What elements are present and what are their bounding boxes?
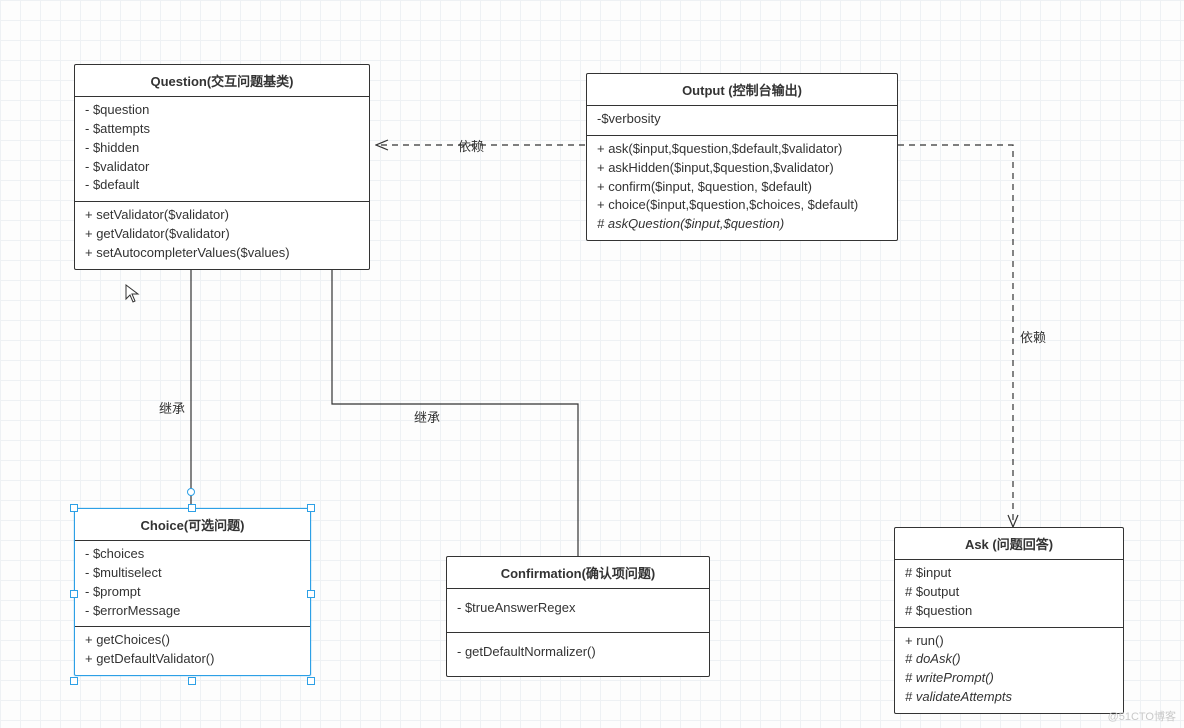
class-confirmation[interactable]: Confirmation(确认项问题) - $trueAnswerRegex -… bbox=[446, 556, 710, 677]
selection-handle[interactable] bbox=[188, 504, 196, 512]
class-question-title: Question(交互问题基类) bbox=[75, 65, 369, 97]
label-depend-output-ask: 依赖 bbox=[1020, 327, 1046, 346]
selection-handle[interactable] bbox=[307, 677, 315, 685]
class-choice-attrs: - $choices - $multiselect - $prompt - $e… bbox=[75, 541, 310, 627]
class-ask-attrs: # $input # $output # $question bbox=[895, 560, 1123, 628]
selection-handle[interactable] bbox=[70, 677, 78, 685]
class-confirmation-attrs: - $trueAnswerRegex bbox=[447, 589, 709, 633]
watermark: @51CTO博客 bbox=[1108, 708, 1176, 724]
class-confirmation-title: Confirmation(确认项问题) bbox=[447, 557, 709, 589]
class-output-title: Output (控制台输出) bbox=[587, 74, 897, 106]
class-choice[interactable]: Choice(可选问题) - $choices - $multiselect -… bbox=[74, 508, 311, 676]
class-output[interactable]: Output (控制台输出) -$verbosity + ask($input,… bbox=[586, 73, 898, 241]
label-inherit-confirmation: 继承 bbox=[414, 407, 440, 426]
label-depend-output-question: 依赖 bbox=[458, 136, 484, 155]
class-ask-ops: + run() # doAsk() # writePrompt() # vali… bbox=[895, 628, 1123, 713]
class-output-ops: + ask($input,$question,$default,$validat… bbox=[587, 136, 897, 240]
class-question[interactable]: Question(交互问题基类) - $question - $attempts… bbox=[74, 64, 370, 270]
class-question-ops: + setValidator($validator) + getValidato… bbox=[75, 202, 369, 269]
cursor-icon bbox=[125, 284, 141, 304]
class-question-attrs: - $question - $attempts - $hidden - $val… bbox=[75, 97, 369, 202]
selection-handle[interactable] bbox=[188, 677, 196, 685]
selection-handle[interactable] bbox=[187, 488, 195, 496]
class-choice-title: Choice(可选问题) bbox=[75, 509, 310, 541]
class-output-attrs: -$verbosity bbox=[587, 106, 897, 136]
selection-handle[interactable] bbox=[70, 590, 78, 598]
selection-handle[interactable] bbox=[307, 590, 315, 598]
selection-handle[interactable] bbox=[307, 504, 315, 512]
class-confirmation-ops: - getDefaultNormalizer() bbox=[447, 633, 709, 676]
label-inherit-choice: 继承 bbox=[159, 398, 185, 417]
class-choice-ops: + getChoices() + getDefaultValidator() bbox=[75, 627, 310, 675]
class-ask[interactable]: Ask (问题回答) # $input # $output # $questio… bbox=[894, 527, 1124, 714]
selection-handle[interactable] bbox=[70, 504, 78, 512]
class-ask-title: Ask (问题回答) bbox=[895, 528, 1123, 560]
